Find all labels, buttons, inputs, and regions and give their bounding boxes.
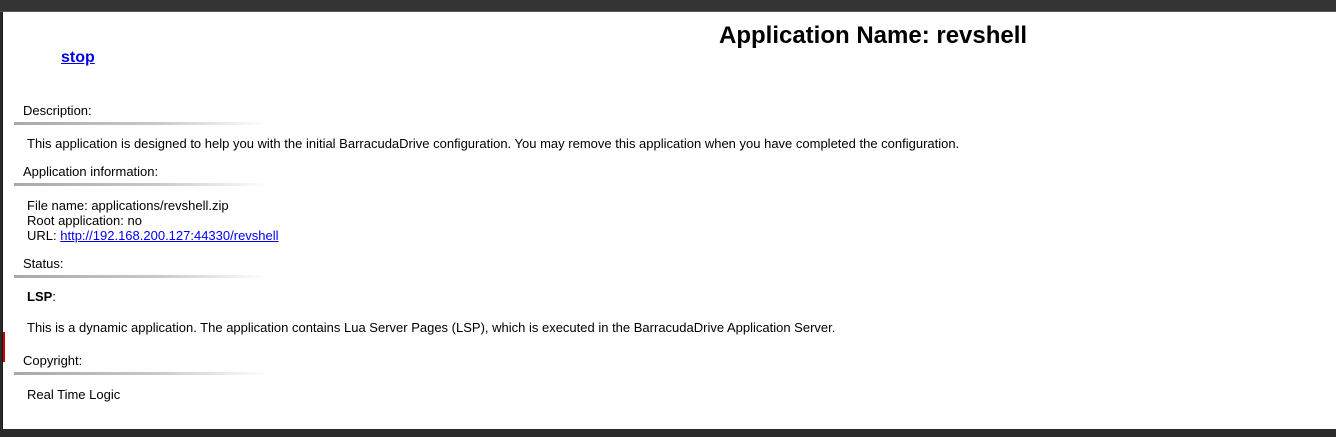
- browser-bottom-bar: [0, 429, 1336, 437]
- description-section-header: Description:: [14, 103, 274, 125]
- application-name-title: Application Name: revshell: [719, 22, 1028, 49]
- section-divider: [14, 183, 269, 186]
- section-divider: [14, 275, 269, 278]
- file-name-label: File name:: [27, 198, 88, 213]
- app-info-heading: Application information:: [23, 164, 159, 179]
- copyright-section-header: Copyright:: [14, 353, 274, 375]
- url-label: URL:: [27, 228, 57, 243]
- description-text: This application is designed to help you…: [27, 136, 960, 151]
- lsp-label: LSP: [27, 289, 53, 304]
- stop-link[interactable]: stop: [61, 49, 95, 67]
- status-section-header: Status:: [14, 256, 274, 278]
- section-divider: [14, 122, 269, 125]
- lsp-colon: :: [52, 289, 56, 304]
- application-url-link[interactable]: http://192.168.200.127:44330/revshell: [60, 228, 278, 243]
- file-name-value: applications/revshell.zip: [91, 198, 229, 213]
- section-divider: [14, 372, 269, 375]
- lsp-row: LSP:: [27, 289, 56, 304]
- browser-top-bar: [0, 0, 1336, 12]
- file-name-row: File name: applications/revshell.zip: [27, 198, 229, 213]
- url-row: URL: http://192.168.200.127:44330/revshe…: [27, 228, 279, 243]
- description-heading: Description:: [23, 103, 92, 118]
- copyright-text: Real Time Logic: [27, 387, 121, 402]
- status-text: This is a dynamic application. The appli…: [27, 320, 836, 335]
- root-application-value: no: [127, 213, 142, 228]
- root-application-row: Root application: no: [27, 213, 142, 228]
- status-heading: Status:: [23, 256, 64, 271]
- copyright-heading: Copyright:: [23, 353, 83, 368]
- app-info-section-header: Application information:: [14, 164, 274, 186]
- application-page: Application Name: revshell stop Descript…: [2, 12, 1336, 429]
- left-edge-marker: [3, 332, 5, 362]
- root-application-label: Root application:: [27, 213, 124, 228]
